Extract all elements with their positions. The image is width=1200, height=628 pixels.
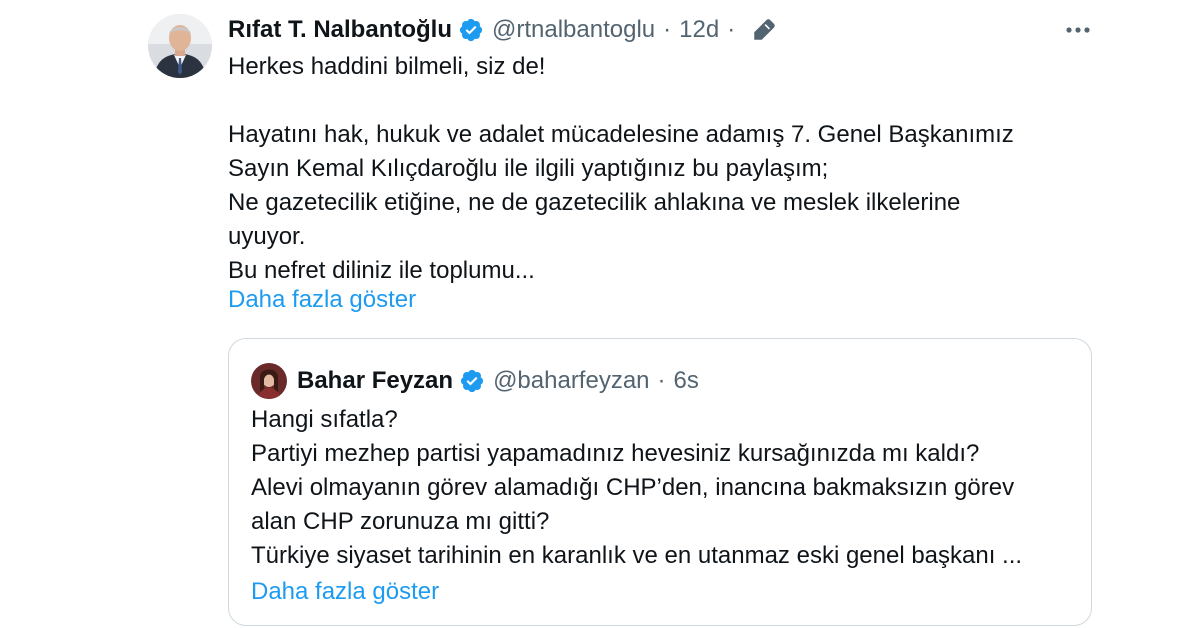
tweet-header: Rıfat T. Nalbantoğlu @rtnalbantoglu · 12…	[228, 12, 777, 48]
quoted-tweet-header: Bahar Feyzan @baharfeyzan · 6s	[297, 361, 699, 401]
separator-dot: ·	[657, 367, 666, 394]
author-display-name[interactable]: Rıfat T. Nalbantoğlu	[228, 16, 452, 44]
tweet-text-line: uyuyor.	[228, 223, 306, 250]
avatar-photo	[148, 14, 212, 78]
separator-dot: ·	[727, 16, 736, 43]
quoted-tweet-card[interactable]: Bahar Feyzan @baharfeyzan · 6s Hangi sıf…	[228, 338, 1092, 626]
quoted-text-line: Hangi sıfatla?	[251, 406, 398, 433]
quoted-text-line: Alevi olmayanın görev alamadığı CHP’den,…	[251, 474, 1015, 501]
quoted-tweet-text: Hangi sıfatla? Partiyi mezhep partisi ya…	[251, 403, 1081, 573]
quoted-show-more-link[interactable]: Daha fazla göster	[251, 575, 439, 609]
tweet-timestamp[interactable]: 12d	[679, 16, 719, 44]
tweet-text-line: Hayatını hak, hukuk ve adalet mücadelesi…	[228, 121, 1014, 148]
quoted-author-avatar[interactable]	[251, 363, 287, 399]
tweet-text-line	[228, 84, 1128, 118]
more-horizontal-icon	[1065, 21, 1091, 39]
verified-badge-icon	[459, 368, 485, 394]
author-avatar[interactable]	[148, 14, 212, 78]
quoted-text-line: Türkiye siyaset tarihinin en karanlık ve…	[251, 542, 1023, 569]
show-more-link[interactable]: Daha fazla göster	[228, 283, 416, 317]
tweet-text: Herkes haddini bilmeli, siz de! Hayatını…	[228, 50, 1128, 288]
avatar-photo	[251, 363, 287, 399]
verified-badge-icon	[458, 17, 484, 43]
author-handle[interactable]: @rtnalbantoglu	[492, 16, 655, 44]
quoted-author-display-name[interactable]: Bahar Feyzan	[297, 367, 453, 395]
quoted-text-line: alan CHP zorunuza mı gitti?	[251, 508, 550, 535]
more-options-button[interactable]	[1060, 14, 1096, 46]
separator-dot: ·	[663, 16, 672, 43]
tweet[interactable]: Rıfat T. Nalbantoğlu @rtnalbantoglu · 12…	[0, 0, 1200, 628]
quoted-tweet-timestamp[interactable]: 6s	[674, 367, 699, 395]
pencil-edit-icon[interactable]	[751, 17, 777, 43]
quoted-text-line: Partiyi mezhep partisi yapamadınız heves…	[251, 440, 980, 467]
tweet-text-line: Ne gazetecilik etiğine, ne de gazetecili…	[228, 189, 961, 216]
tweet-text-line: Herkes haddini bilmeli, siz de!	[228, 53, 546, 80]
quoted-author-handle[interactable]: @baharfeyzan	[493, 367, 649, 395]
tweet-text-line: Sayın Kemal Kılıçdaroğlu ile ilgili yapt…	[228, 155, 829, 182]
